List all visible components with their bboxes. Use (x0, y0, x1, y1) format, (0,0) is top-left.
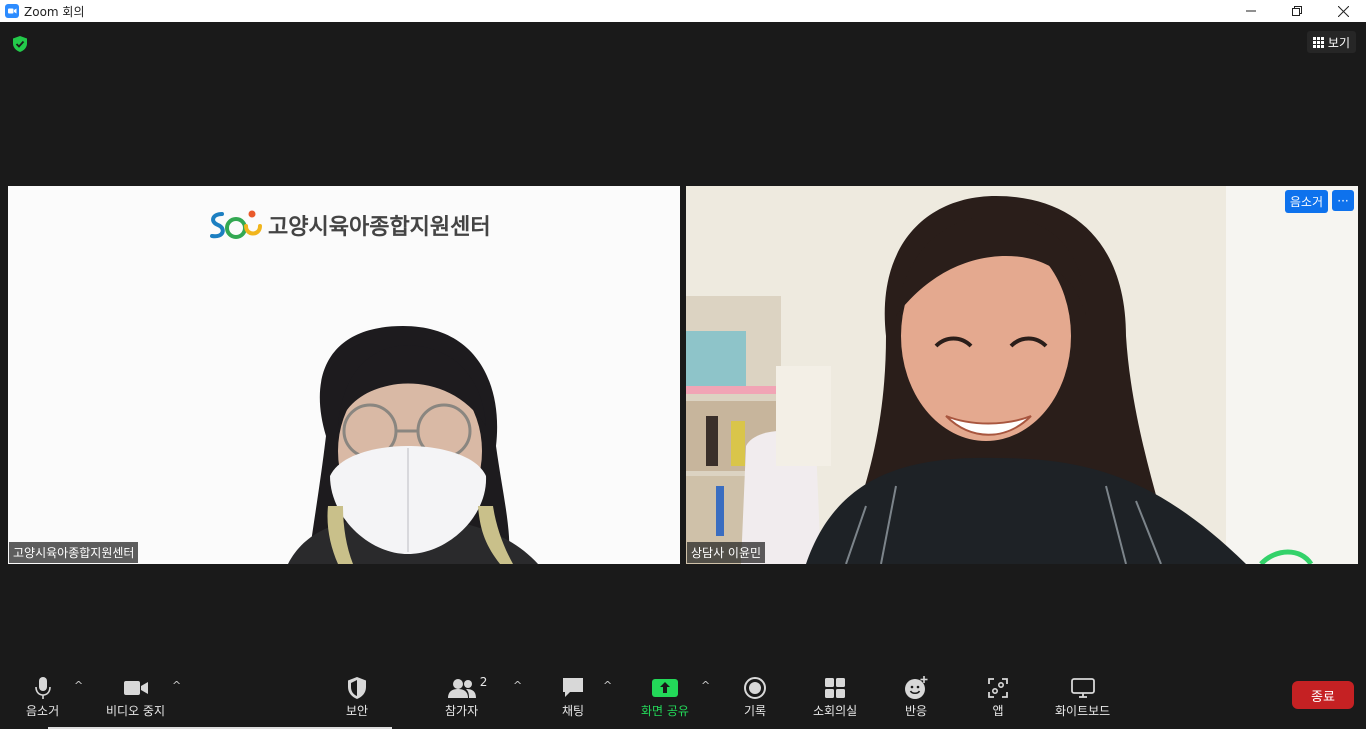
participant-name-tag: 고양시육아종합지원센터 (9, 542, 139, 563)
breakout-rooms-label: 소회의실 (813, 704, 858, 718)
view-label: 보기 (1327, 35, 1350, 50)
close-icon (1337, 5, 1349, 17)
whiteboard-label: 화이트보드 (1055, 704, 1111, 718)
participants-options-caret[interactable]: ^ (513, 679, 522, 692)
grid-icon (1312, 36, 1324, 48)
view-button[interactable]: 보기 (1306, 31, 1356, 53)
tile-top-controls: 음소거 ··· (1284, 190, 1354, 213)
record-icon (744, 677, 767, 699)
chat-options-caret[interactable]: ^ (603, 679, 612, 692)
audio-options-caret[interactable]: ^ (74, 679, 83, 692)
share-screen-button[interactable]: 화면 공유 (641, 675, 689, 719)
shield-icon (348, 677, 367, 699)
security-label: 보안 (346, 704, 369, 718)
stop-video-label: 비디오 중지 (106, 704, 166, 718)
participants-button[interactable]: 2 참가자 (445, 675, 490, 719)
window-title: Zoom 회의 (24, 4, 85, 19)
minimize-button[interactable] (1228, 0, 1274, 22)
smiley-plus-icon (905, 676, 928, 699)
breakout-rooms-icon (825, 678, 846, 698)
encryption-shield-icon[interactable] (11, 35, 29, 53)
reactions-label: 반응 (904, 704, 928, 718)
apps-label: 앱 (992, 704, 1004, 718)
microphone-icon (34, 677, 51, 699)
security-button[interactable]: 보안 (346, 675, 368, 719)
close-button[interactable] (1320, 0, 1366, 22)
end-meeting-button[interactable]: 종료 (1292, 681, 1354, 709)
chat-bubble-icon (563, 678, 583, 697)
participant-video-person (686, 186, 1358, 564)
stop-video-button[interactable]: 비디오 중지 (106, 675, 165, 719)
whiteboard-icon (1070, 678, 1095, 698)
zoom-app-icon (5, 4, 19, 18)
share-options-caret[interactable]: ^ (701, 679, 710, 692)
video-camera-icon (123, 681, 148, 695)
restore-button[interactable] (1274, 0, 1320, 22)
meeting-area: 보기 고양시육아종합지원센터 고양시육아종합지원센터 음소거 ··· 상담사 이… (0, 22, 1366, 729)
participant-mute-button[interactable]: 음소거 (1284, 190, 1328, 213)
share-screen-icon (651, 679, 678, 697)
share-screen-label: 화면 공유 (641, 704, 689, 718)
record-button[interactable]: 기록 (744, 675, 766, 719)
video-tile-counselor[interactable]: 음소거 ··· 상담사 이윤민 (686, 186, 1358, 564)
apps-button[interactable]: 앱 (988, 675, 1008, 719)
participant-video-person (288, 326, 538, 564)
participants-icon (447, 679, 476, 698)
breakout-rooms-button[interactable]: 소회의실 (813, 675, 857, 719)
window-titlebar: Zoom 회의 (0, 0, 1366, 22)
window-controls (1228, 0, 1366, 22)
reactions-button[interactable]: 반응 (904, 675, 928, 719)
video-tile-center[interactable]: 고양시육아종합지원센터 고양시육아종합지원센터 (8, 186, 680, 564)
participant-name-tag: 상담사 이윤민 (687, 542, 766, 563)
apps-icon (988, 678, 1008, 698)
chat-button[interactable]: 채팅 (561, 675, 585, 719)
restore-icon (1292, 6, 1302, 16)
record-label: 기록 (744, 704, 767, 718)
mute-button[interactable]: 음소거 (26, 675, 59, 719)
video-options-caret[interactable]: ^ (172, 679, 181, 692)
whiteboard-button[interactable]: 화이트보드 (1055, 675, 1110, 719)
participants-label: 참가자 (445, 704, 479, 718)
participant-count: 2 (479, 675, 488, 689)
minimize-icon (1246, 10, 1256, 12)
participant-more-button[interactable]: ··· (1332, 190, 1354, 211)
meeting-toolbar: 음소거 ^ 비디오 중지 ^ 보안 2 참가자 ^ 채팅 ^ 화면 공유 ^ 기… (0, 667, 1366, 729)
chat-label: 채팅 (561, 704, 585, 718)
mute-label: 음소거 (26, 704, 60, 718)
